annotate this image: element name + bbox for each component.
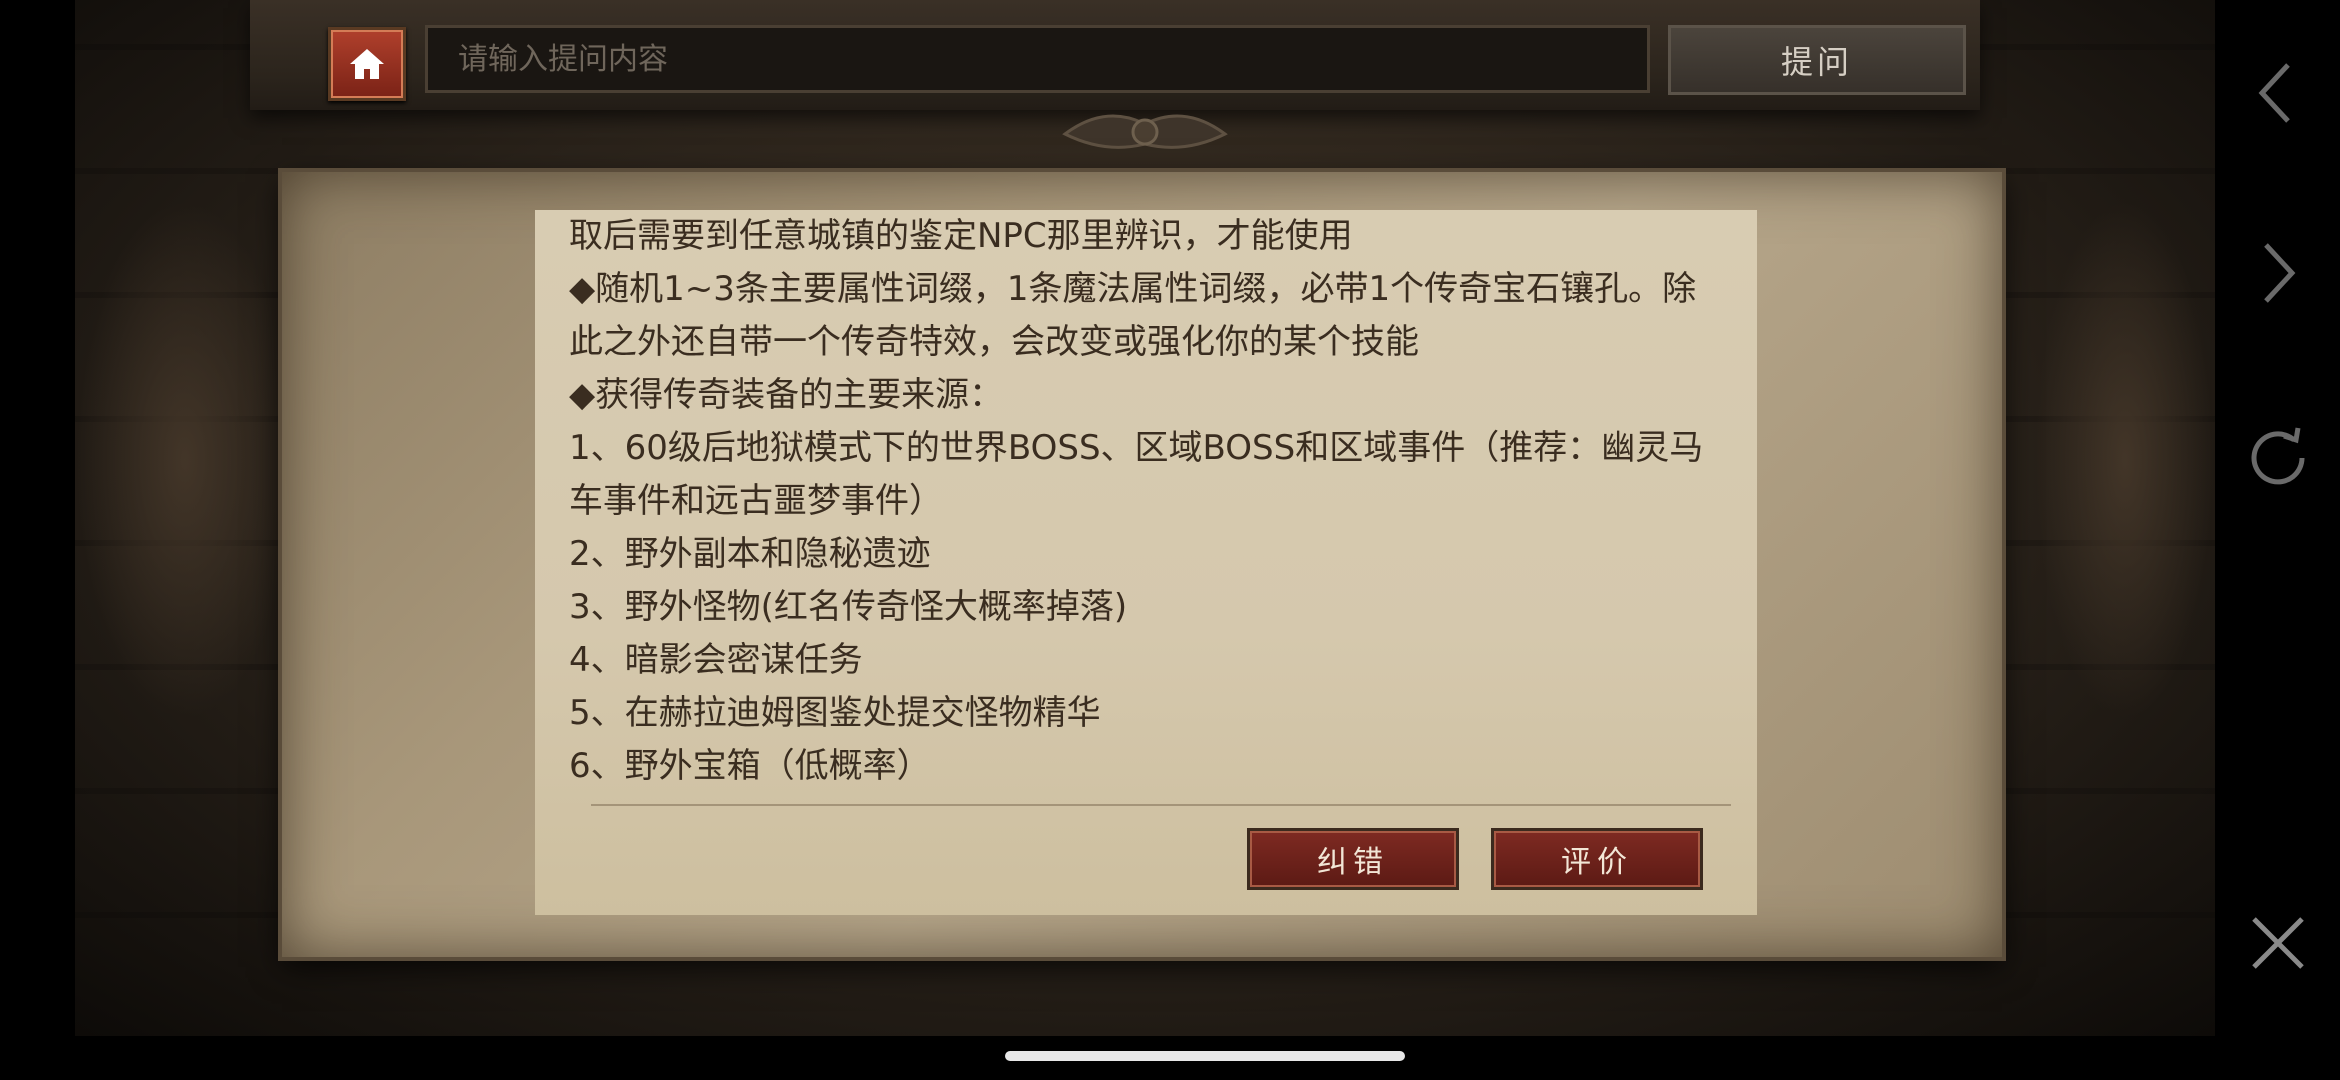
close-icon[interactable] bbox=[2240, 905, 2316, 981]
answer-line: 2、野外副本和隐秘遗迹 bbox=[569, 534, 931, 574]
search-input[interactable] bbox=[428, 28, 1647, 90]
answer-panel: 取后需要到任意城镇的鉴定NPC那里辨识，才能使用 ◆随机1~3条主要属性词缀，1… bbox=[535, 210, 1757, 915]
chevron-right-icon[interactable] bbox=[2240, 235, 2316, 311]
answer-text: 取后需要到任意城镇的鉴定NPC那里辨识，才能使用 ◆随机1~3条主要属性词缀，1… bbox=[569, 210, 1729, 793]
right-decoration bbox=[2035, 200, 2215, 720]
answer-line: ◆随机1~3条主要属性词缀，1条魔法属性词缀，必带1个传奇宝石镶孔。除此之外还自… bbox=[569, 269, 1697, 362]
rate-button[interactable]: 评价 bbox=[1491, 828, 1703, 890]
correct-error-label: 纠错 bbox=[1317, 845, 1389, 880]
home-button[interactable] bbox=[328, 27, 406, 101]
search-field[interactable] bbox=[425, 25, 1650, 93]
ask-button[interactable]: 提问 bbox=[1668, 25, 1966, 95]
left-decoration bbox=[75, 200, 295, 720]
ask-button-label: 提问 bbox=[1780, 43, 1853, 81]
home-indicator[interactable] bbox=[1005, 1051, 1405, 1061]
correct-error-button[interactable]: 纠错 bbox=[1247, 828, 1459, 890]
home-icon bbox=[350, 49, 384, 79]
answer-line: 6、野外宝箱（低概率） bbox=[569, 746, 931, 786]
chevron-left-icon[interactable] bbox=[2240, 55, 2316, 131]
answer-line: 5、在赫拉迪姆图鉴处提交怪物精华 bbox=[569, 693, 1101, 733]
answer-line: ◆获得传奇装备的主要来源： bbox=[569, 375, 1004, 415]
ornament-decoration bbox=[1062, 114, 1228, 149]
answer-line: 3、野外怪物(红名传奇怪大概率掉落) bbox=[569, 587, 1128, 627]
answer-line: 1、60级后地狱模式下的世界BOSS、区域BOSS和区域事件（推荐：幽灵马车事件… bbox=[569, 428, 1704, 521]
answer-line: 4、暗影会密谋任务 bbox=[569, 640, 863, 680]
divider bbox=[591, 804, 1731, 806]
answer-line: 取后需要到任意城镇的鉴定NPC那里辨识，才能使用 bbox=[569, 216, 1353, 256]
rate-label: 评价 bbox=[1561, 845, 1633, 880]
refresh-icon[interactable] bbox=[2240, 420, 2316, 496]
